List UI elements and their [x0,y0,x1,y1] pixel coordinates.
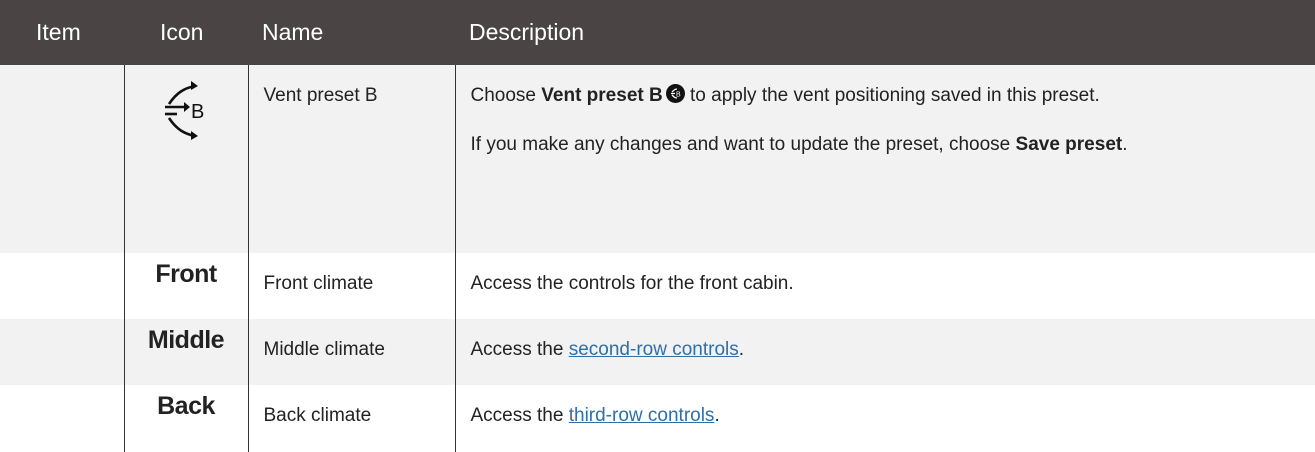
description-paragraph: Choose Vent preset B B to apply the vent … [471,79,1302,112]
desc-text: Access the [470,405,569,426]
header-name: Name [248,0,455,65]
desc-text: to apply the vent positioning saved in t… [684,85,1100,106]
table-row: Back Back climate Access the third-row c… [0,385,1315,452]
item-cell [0,253,124,319]
description-paragraph: If you make any changes and want to upda… [471,128,1302,173]
icon-cell: Back [123,385,248,452]
name-cell: Back climate [247,385,455,452]
svg-text:B: B [676,92,681,99]
description-cell: Access the third-row controls. [454,385,1315,452]
header-item: Item [0,0,124,65]
back-climate-icon: Back [157,392,215,420]
description-cell: Choose Vent preset B B to apply the vent … [454,65,1315,253]
vent-preset-b-badge-icon: B [665,84,685,103]
item-cell [0,65,124,253]
front-climate-icon: Front [155,260,217,288]
header-icon: Icon [124,0,248,65]
icon-cell: B [123,65,248,253]
desc-text: Choose [470,85,542,106]
table-header: Item Icon Name Description [0,0,1315,65]
third-row-controls-link[interactable]: third-row controls [569,405,715,426]
icon-cell: Middle [123,319,248,385]
table-row: B Vent preset B Choose Vent preset B B to… [0,65,1315,253]
desc-text: . [738,339,745,360]
vent-preset-b-icon: B [165,81,204,140]
item-cell [0,319,124,385]
desc-text: If you make any changes and want to upda… [470,134,1016,155]
description-cell: Access the controls for the front cabin. [454,253,1315,319]
desc-text: Access the [470,339,569,360]
spec-table: Item Icon Name Description B Vent preset… [0,0,1315,452]
item-cell [0,385,124,452]
table-row: Front Front climate Access the controls … [0,253,1315,319]
name-cell: Front climate [247,253,455,319]
desc-text: . [1122,134,1128,155]
middle-climate-icon: Middle [147,326,225,354]
desc-text: . [714,405,720,426]
icon-cell: Front [123,253,248,319]
second-row-controls-link[interactable]: second-row controls [569,339,739,360]
desc-bold: Vent preset B [541,85,663,106]
table-row: Middle Middle climate Access the second-… [0,319,1315,385]
vent-preset-letter: B [191,101,204,123]
name-cell: Vent preset B [247,65,455,253]
header-description: Description [455,0,1315,65]
description-cell: Access the second-row controls. [454,319,1315,385]
desc-bold: Save preset [1015,134,1123,155]
name-cell: Middle climate [247,319,455,385]
